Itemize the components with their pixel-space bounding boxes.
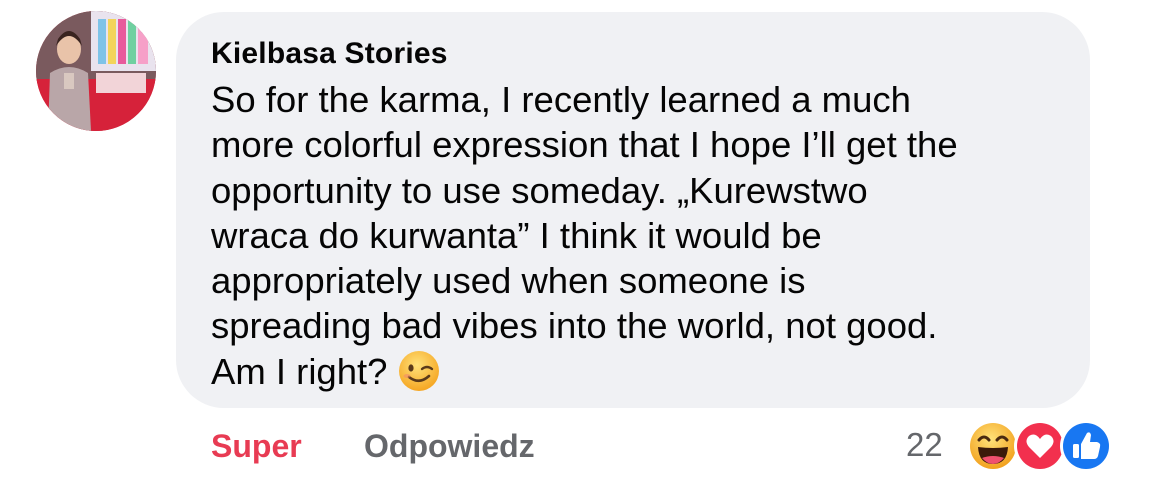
reply-button[interactable]: Odpowiedz <box>364 428 535 465</box>
comment-line: appropriately used when someone is <box>211 260 806 302</box>
reaction-count[interactable]: 22 <box>906 426 943 464</box>
reaction-summary[interactable] <box>965 418 1115 474</box>
winking-face-icon <box>397 349 441 403</box>
comment-text: So for the karma, I recently learned a m… <box>211 77 1081 403</box>
comment-line: more colorful expression that I hope I’l… <box>211 124 958 166</box>
comment-bubble: Kielbasa Stories So for the karma, I rec… <box>176 12 1090 408</box>
comment-line: wraca do kurwanta” I think it would be <box>211 214 822 256</box>
comment-author[interactable]: Kielbasa Stories <box>211 37 448 71</box>
comment-last-line: Am I right? <box>211 349 1081 403</box>
like-thumb-icon <box>1060 420 1112 472</box>
avatar-photo <box>36 11 156 131</box>
reaction-button[interactable]: Super <box>211 428 302 465</box>
avatar[interactable] <box>36 11 156 131</box>
comment-line: spreading bad vibes into the world, not … <box>211 305 938 347</box>
comment-line: opportunity to use someday. „Kurewstwo <box>211 169 868 211</box>
comment-line: So for the karma, I recently learned a m… <box>211 79 911 120</box>
comment-actions: Super Odpowiedz 22 <box>0 420 1170 472</box>
